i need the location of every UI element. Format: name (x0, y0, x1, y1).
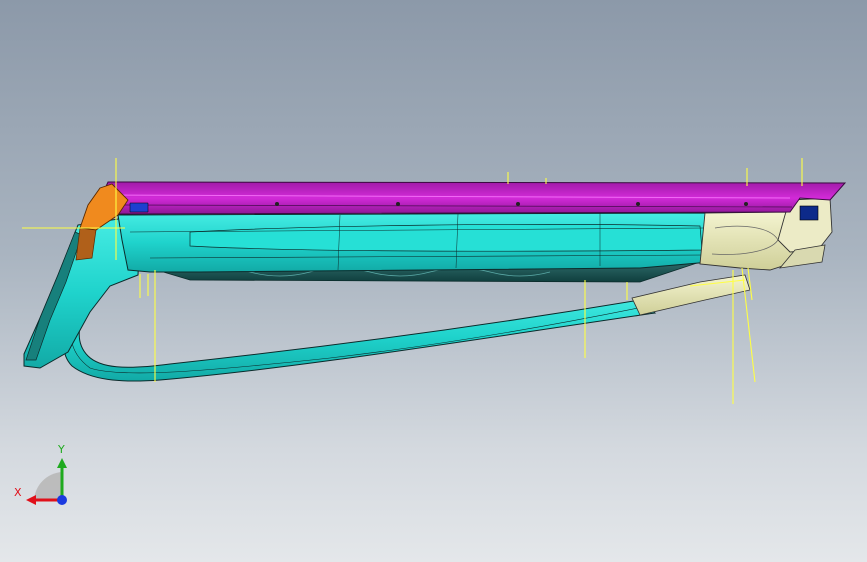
3d-viewport[interactable]: X Y (0, 0, 867, 562)
y-axis-arrow (57, 458, 67, 468)
triad-plane (34, 472, 62, 500)
x-axis-label: X (14, 486, 22, 499)
z-axis-dot (57, 495, 67, 505)
x-axis-arrow (26, 495, 36, 505)
y-axis-label: Y (58, 443, 65, 456)
